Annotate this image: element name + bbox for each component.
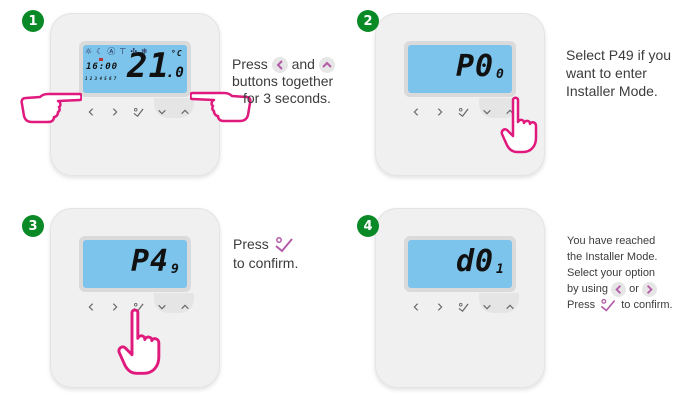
down-button[interactable] bbox=[151, 103, 173, 121]
caption-line: buttons together bbox=[232, 73, 334, 90]
right-button[interactable] bbox=[104, 103, 126, 121]
lcd-frame: ☼☾Ⓐ⊤✣❄ 16:00 1 2 3 4 5 6 7 21 °C .0 bbox=[79, 41, 191, 97]
lcd-code: P4 bbox=[131, 244, 170, 279]
left-button[interactable] bbox=[405, 298, 427, 316]
right-button[interactable] bbox=[429, 298, 451, 316]
up-button[interactable] bbox=[174, 298, 196, 316]
step-4-caption: You have reached the Installer Mode. Sel… bbox=[567, 233, 682, 313]
up-button[interactable] bbox=[499, 298, 521, 316]
lcd-temperature: 21 bbox=[127, 46, 170, 86]
lcd-temp-unit: °C bbox=[171, 49, 183, 58]
step-1-badge: 1 bbox=[22, 10, 44, 32]
confirm-button[interactable] bbox=[452, 298, 474, 316]
pointing-hand-icon bbox=[500, 96, 538, 154]
caption-text: Press bbox=[232, 56, 268, 72]
lcd-frame: d0 1 bbox=[404, 236, 516, 292]
lcd-subcode: 0 bbox=[496, 67, 505, 82]
right-arrow-icon bbox=[641, 281, 657, 297]
lcd-temp-decimal: .0 bbox=[166, 65, 185, 81]
step-3-badge: 3 bbox=[22, 215, 44, 237]
step-3-caption: Press to confirm. bbox=[233, 235, 333, 272]
down-button[interactable] bbox=[476, 103, 498, 121]
lcd-days: 1 2 3 4 5 6 7 bbox=[85, 76, 117, 81]
step-2-badge: 2 bbox=[357, 10, 379, 32]
left-button[interactable] bbox=[80, 298, 102, 316]
step-4-badge: 4 bbox=[357, 215, 379, 237]
step-2-caption: Select P49 if you want to enter Installe… bbox=[566, 46, 682, 100]
caption-line: Select your option bbox=[567, 267, 656, 279]
lcd-screen: P0 0 bbox=[408, 45, 512, 93]
step-1: 1 ☼☾Ⓐ⊤✣❄ 16:00 1 2 3 4 5 6 7 21 °C .0 Pr… bbox=[0, 0, 341, 193]
sun-icon: ☼ bbox=[85, 47, 97, 56]
moon-icon: ☾ bbox=[96, 47, 108, 56]
confirm-button[interactable] bbox=[127, 103, 149, 121]
auto-icon: Ⓐ bbox=[107, 47, 120, 56]
left-hand-icon bbox=[20, 92, 82, 124]
button-row bbox=[405, 298, 521, 316]
thermostat-4: d0 1 bbox=[375, 208, 545, 388]
right-button[interactable] bbox=[429, 103, 451, 121]
button-row bbox=[80, 103, 196, 121]
down-button[interactable] bbox=[476, 298, 498, 316]
lcd-flame-icon bbox=[99, 58, 103, 61]
caption-text: Press bbox=[567, 299, 596, 311]
caption-line: You have reached bbox=[567, 235, 656, 247]
lcd-subcode: 9 bbox=[171, 262, 180, 277]
lcd-code: P0 bbox=[456, 49, 495, 84]
lcd-code: d0 bbox=[456, 244, 495, 279]
lcd-frame: P4 9 bbox=[79, 236, 191, 292]
caption-line: by using or bbox=[567, 281, 682, 297]
caption-text: and bbox=[291, 56, 315, 72]
confirm-button[interactable] bbox=[452, 103, 474, 121]
caption-line: want to enter bbox=[566, 65, 647, 81]
left-arrow-icon bbox=[271, 57, 288, 74]
left-button[interactable] bbox=[405, 103, 427, 121]
lcd-screen: d0 1 bbox=[408, 240, 512, 288]
lcd-screen: P4 9 bbox=[83, 240, 187, 288]
caption-line: Press to confirm. bbox=[567, 297, 682, 313]
lcd-frame: P0 0 bbox=[404, 41, 516, 97]
caption-text: or bbox=[629, 283, 639, 295]
caption-line: Press bbox=[233, 235, 333, 254]
caption-line: for 3 seconds. bbox=[243, 90, 331, 107]
left-arrow-icon bbox=[611, 281, 627, 297]
up-arrow-icon bbox=[318, 57, 335, 74]
confirm-icon bbox=[275, 237, 293, 253]
caption-line: Press and bbox=[232, 56, 342, 74]
caption-text: to confirm. bbox=[621, 299, 673, 311]
lcd-subcode: 1 bbox=[496, 262, 505, 277]
caption-line: Select P49 if you bbox=[566, 47, 672, 63]
caption-text: by using bbox=[567, 283, 608, 295]
caption-line: to confirm. bbox=[233, 255, 299, 272]
caption-text: Press bbox=[233, 236, 269, 252]
step-1-caption: Press and buttons together for 3 seconds… bbox=[232, 56, 342, 107]
confirm-icon bbox=[600, 298, 616, 312]
lcd-clock: 16:00 bbox=[86, 62, 119, 72]
caption-line: the Installer Mode. bbox=[567, 251, 658, 263]
step-2: 2 P0 0 Select P49 if you want to enter I… bbox=[341, 0, 682, 193]
left-button[interactable] bbox=[80, 103, 102, 121]
step-4: 4 d0 1 You have reached the Installer Mo… bbox=[341, 200, 682, 393]
caption-line: Installer Mode. bbox=[566, 83, 658, 99]
pointing-hand-icon bbox=[117, 308, 161, 375]
step-3: 3 P4 9 Press to confirm. bbox=[0, 200, 341, 393]
lcd-screen: ☼☾Ⓐ⊤✣❄ 16:00 1 2 3 4 5 6 7 21 °C .0 bbox=[83, 45, 187, 93]
